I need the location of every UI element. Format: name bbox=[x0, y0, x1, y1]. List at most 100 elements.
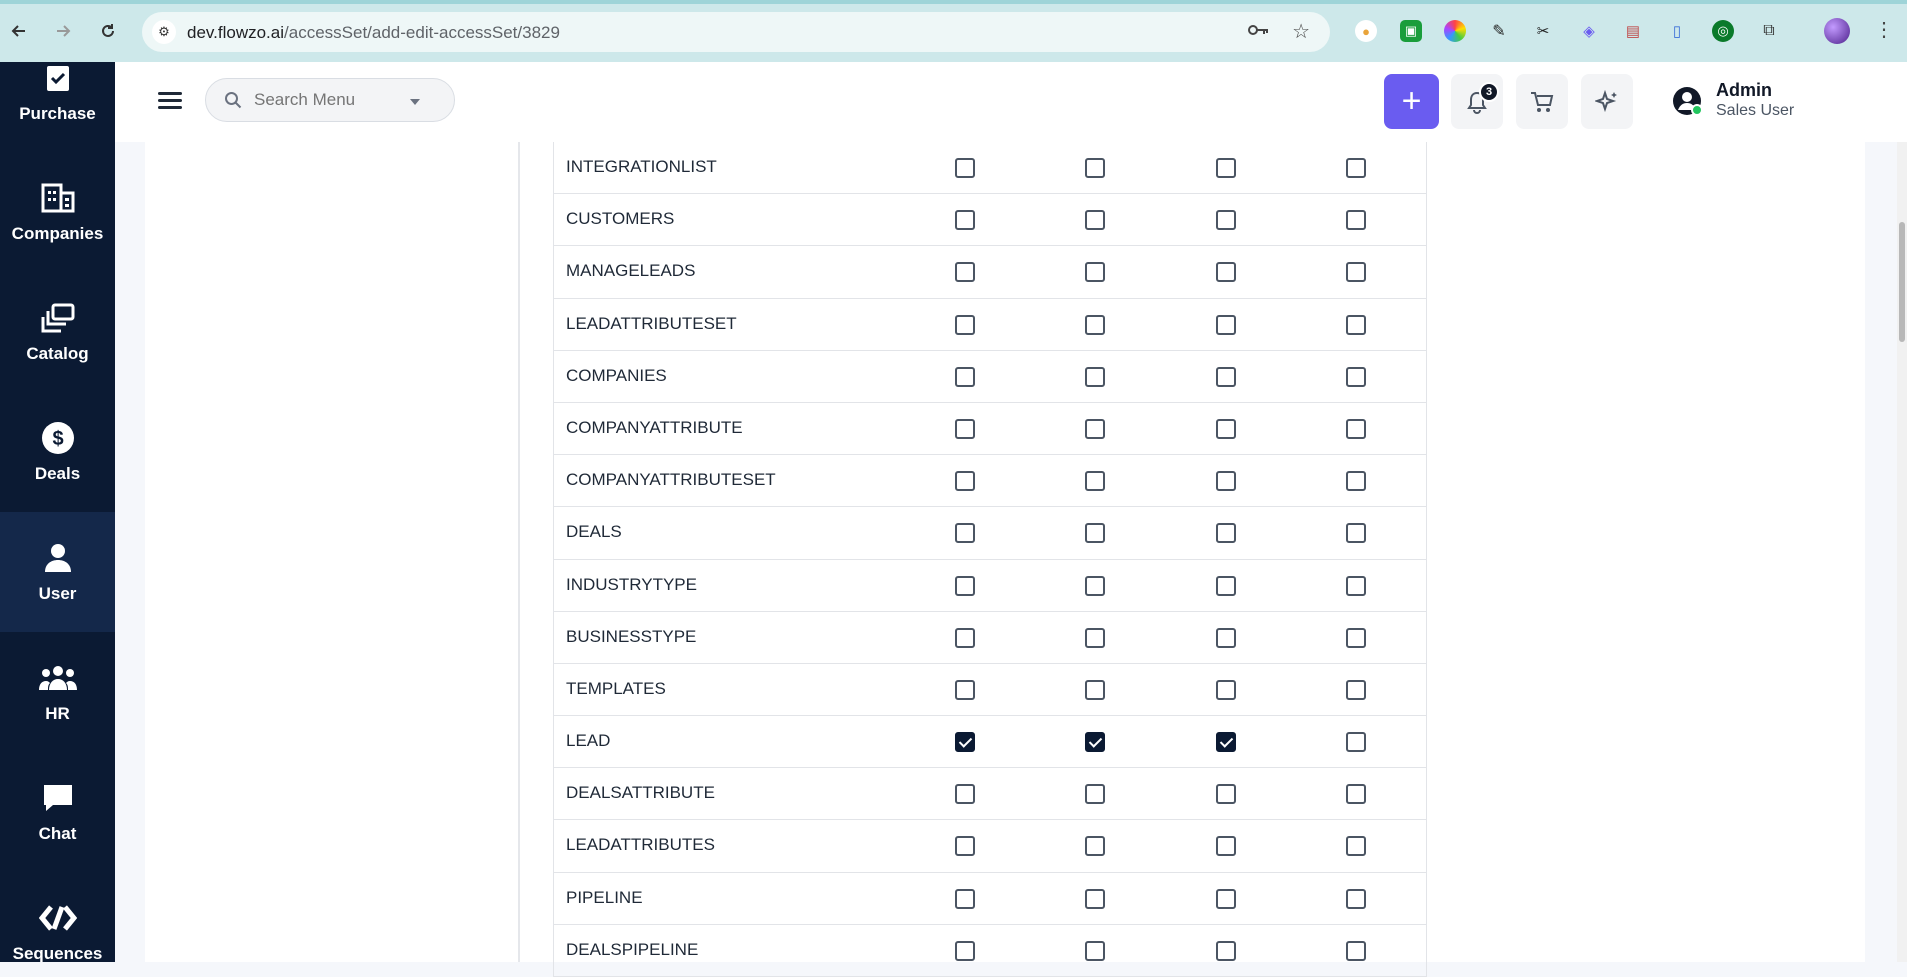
permission-checkbox[interactable] bbox=[1216, 679, 1236, 700]
permission-checkbox[interactable] bbox=[1085, 158, 1105, 178]
hamburger-menu-icon[interactable] bbox=[158, 92, 182, 112]
password-key-icon[interactable] bbox=[1248, 21, 1270, 42]
url-text[interactable]: dev.flowzo.ai/accessSet/add-edit-accessS… bbox=[187, 23, 560, 43]
permission-checkbox[interactable] bbox=[1346, 888, 1366, 909]
search-input[interactable] bbox=[254, 89, 404, 111]
sidebar-item-sequences[interactable]: Sequences bbox=[0, 872, 115, 962]
permission-checkbox[interactable] bbox=[1216, 784, 1236, 805]
sidebar-item-hr[interactable]: HR bbox=[0, 632, 115, 752]
scrollbar-thumb[interactable] bbox=[1899, 222, 1905, 342]
permission-checkbox[interactable] bbox=[1346, 940, 1366, 961]
permission-checkbox[interactable] bbox=[1346, 523, 1366, 544]
permission-checkbox[interactable] bbox=[955, 836, 975, 857]
permission-checkbox[interactable] bbox=[1346, 366, 1366, 387]
permission-checkbox[interactable] bbox=[1216, 836, 1236, 857]
permission-checkbox[interactable] bbox=[1216, 523, 1236, 544]
forward-icon[interactable] bbox=[50, 18, 76, 44]
permission-checkbox[interactable] bbox=[1346, 836, 1366, 857]
permission-checkbox[interactable] bbox=[955, 158, 975, 178]
permission-checkbox[interactable] bbox=[955, 262, 975, 283]
profile-avatar[interactable] bbox=[1824, 18, 1850, 44]
chevron-down-icon[interactable] bbox=[410, 99, 420, 105]
permission-checkbox[interactable] bbox=[955, 940, 975, 961]
browser-menu-icon[interactable]: ⋮ bbox=[1874, 17, 1894, 42]
permission-checkbox[interactable] bbox=[955, 575, 975, 596]
user-name[interactable]: Admin bbox=[1716, 80, 1772, 101]
permission-checkbox[interactable] bbox=[1085, 784, 1105, 805]
sidebar-item-purchase[interactable]: Purchase bbox=[0, 62, 115, 152]
permission-checkbox[interactable] bbox=[1346, 627, 1366, 648]
permission-checkbox[interactable] bbox=[1085, 627, 1105, 648]
permission-checkbox[interactable] bbox=[1085, 262, 1105, 283]
permission-checkbox[interactable] bbox=[1216, 471, 1236, 492]
permission-checkbox[interactable] bbox=[1085, 418, 1105, 439]
permission-checkbox[interactable] bbox=[955, 210, 975, 231]
sidebar-item-deals[interactable]: $ Deals bbox=[0, 392, 115, 512]
permission-checkbox[interactable] bbox=[955, 418, 975, 439]
permission-checkbox[interactable] bbox=[1346, 262, 1366, 283]
permission-checkbox[interactable] bbox=[1346, 732, 1366, 753]
permission-checkbox[interactable] bbox=[955, 679, 975, 700]
permission-checkbox[interactable] bbox=[1216, 158, 1236, 178]
permission-checkbox[interactable] bbox=[1346, 575, 1366, 596]
sidebar-item-catalog[interactable]: Catalog bbox=[0, 272, 115, 392]
extension-6-icon[interactable]: ◈ bbox=[1578, 20, 1600, 42]
permission-checkbox[interactable] bbox=[1085, 888, 1105, 909]
permission-checkbox[interactable] bbox=[1216, 627, 1236, 648]
ai-sparkle-button[interactable] bbox=[1581, 74, 1633, 129]
permission-checkbox[interactable] bbox=[1085, 210, 1105, 231]
permission-checkbox[interactable] bbox=[1216, 366, 1236, 387]
extension-7-icon[interactable]: ▤ bbox=[1622, 20, 1644, 42]
sidebar-item-chat[interactable]: Chat bbox=[0, 752, 115, 872]
eyedropper-icon[interactable]: ✎ bbox=[1488, 20, 1510, 42]
add-new-button[interactable]: + bbox=[1384, 74, 1439, 129]
sidebar-item-user[interactable]: User bbox=[0, 512, 115, 632]
permission-checkbox[interactable] bbox=[1085, 732, 1105, 753]
permission-checkbox[interactable] bbox=[1216, 888, 1236, 909]
permission-checkbox[interactable] bbox=[955, 732, 975, 753]
permission-checkbox[interactable] bbox=[1216, 210, 1236, 231]
extension-2-icon[interactable]: ▣ bbox=[1400, 20, 1422, 42]
permission-checkbox[interactable] bbox=[1216, 732, 1236, 753]
extension-5-icon[interactable]: ✂ bbox=[1532, 20, 1554, 42]
page-scrollbar[interactable] bbox=[1897, 142, 1907, 962]
permission-checkbox[interactable] bbox=[955, 471, 975, 492]
permission-checkbox[interactable] bbox=[955, 627, 975, 648]
sidebar-item-companies[interactable]: Companies bbox=[0, 152, 115, 272]
permission-checkbox[interactable] bbox=[955, 366, 975, 387]
extension-9-icon[interactable]: ◎ bbox=[1712, 20, 1734, 42]
extension-1-icon[interactable]: ● bbox=[1355, 20, 1377, 42]
permission-checkbox[interactable] bbox=[1346, 210, 1366, 231]
extension-3-icon[interactable] bbox=[1444, 20, 1466, 42]
permission-checkbox[interactable] bbox=[1216, 418, 1236, 439]
permission-checkbox[interactable] bbox=[1346, 418, 1366, 439]
back-icon[interactable] bbox=[6, 18, 32, 44]
permission-checkbox[interactable] bbox=[1085, 940, 1105, 961]
permission-checkbox[interactable] bbox=[1216, 575, 1236, 596]
permission-checkbox[interactable] bbox=[1085, 471, 1105, 492]
extensions-puzzle-icon[interactable]: ⧉ bbox=[1758, 20, 1780, 42]
permission-checkbox[interactable] bbox=[1216, 262, 1236, 283]
extension-8-icon[interactable]: ▯ bbox=[1666, 20, 1688, 42]
permission-checkbox[interactable] bbox=[1085, 523, 1105, 544]
permission-checkbox[interactable] bbox=[1085, 314, 1105, 335]
address-bar[interactable]: ⚙ dev.flowzo.ai/accessSet/add-edit-acces… bbox=[142, 12, 1330, 52]
notifications-button[interactable]: 3 bbox=[1451, 74, 1503, 129]
permission-checkbox[interactable] bbox=[1216, 940, 1236, 961]
cart-button[interactable] bbox=[1516, 74, 1568, 129]
site-info-icon[interactable]: ⚙ bbox=[152, 20, 176, 44]
permission-checkbox[interactable] bbox=[955, 784, 975, 805]
reload-icon[interactable] bbox=[95, 18, 121, 44]
permission-checkbox[interactable] bbox=[1346, 158, 1366, 178]
bookmark-star-icon[interactable]: ☆ bbox=[1292, 19, 1310, 44]
search-menu[interactable] bbox=[205, 78, 455, 122]
permission-checkbox[interactable] bbox=[955, 314, 975, 335]
permission-checkbox[interactable] bbox=[1085, 366, 1105, 387]
permission-checkbox[interactable] bbox=[955, 523, 975, 544]
permission-checkbox[interactable] bbox=[1085, 836, 1105, 857]
permission-checkbox[interactable] bbox=[1346, 784, 1366, 805]
permission-checkbox[interactable] bbox=[1085, 679, 1105, 700]
permission-checkbox[interactable] bbox=[1346, 314, 1366, 335]
permission-checkbox[interactable] bbox=[1085, 575, 1105, 596]
permission-checkbox[interactable] bbox=[1346, 679, 1366, 700]
